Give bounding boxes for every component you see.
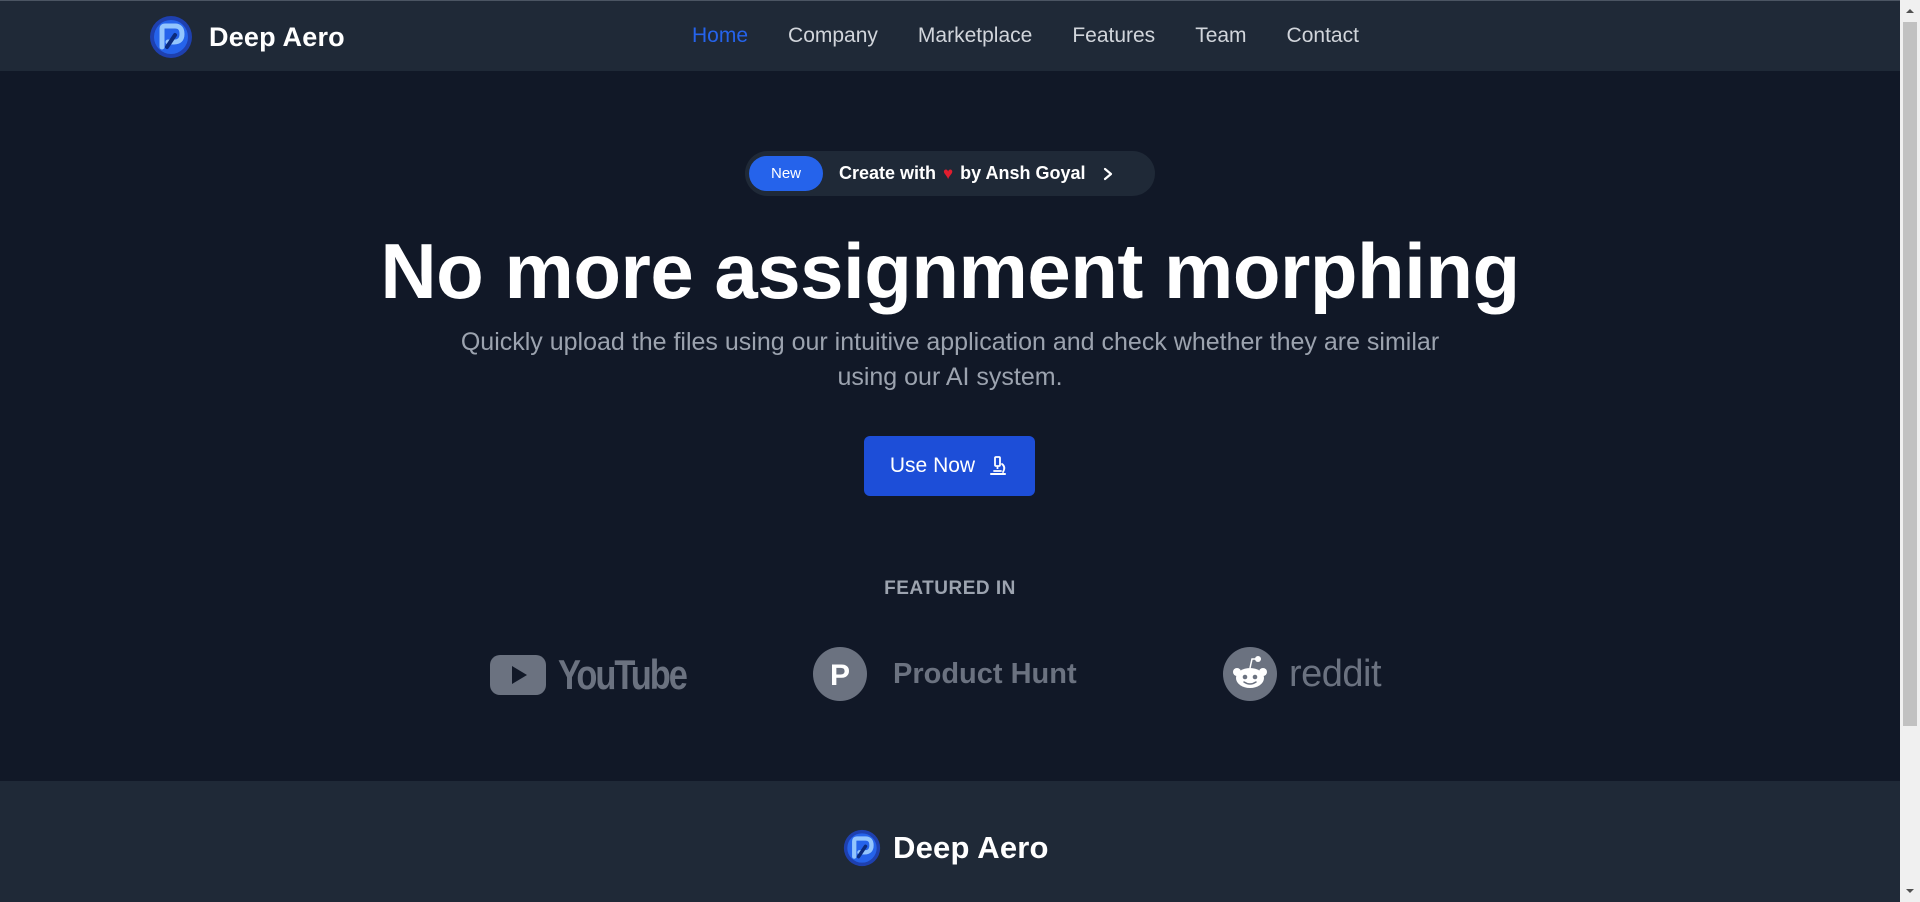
scroll-up-arrow-icon[interactable] [1905,6,1915,16]
heart-icon: ♥ [943,163,954,183]
nav-menu: Home Company Marketplace Features Team C… [692,19,1359,53]
featured-logos: YouTube P Product Hunt reddit [0,647,1900,707]
nav-link-home[interactable]: Home [692,24,748,47]
brand-link[interactable]: Deep Aero [149,15,345,59]
footer-brand-link[interactable]: Deep Aero [843,829,1049,867]
nav-link-marketplace[interactable]: Marketplace [918,24,1032,47]
hero-headline: No more assignment morphing [380,227,1520,315]
reddit-alien-icon [1223,647,1277,701]
scrollbar-thumb[interactable] [1903,22,1917,726]
chevron-right-icon [1104,167,1113,180]
announcement-pill[interactable]: New Create with ♥ by Ansh Goyal [745,151,1155,196]
brand-name: Deep Aero [209,21,345,52]
deep-aero-logo-icon [843,829,881,867]
product-hunt-logo-link[interactable]: P Product Hunt [813,647,1077,701]
nav-link-features[interactable]: Features [1072,24,1155,47]
product-hunt-wordmark: Product Hunt [893,657,1077,690]
reddit-logo-link[interactable]: reddit [1223,647,1382,701]
deep-aero-logo-icon [150,16,192,58]
announcement-text: Create with ♥ by Ansh Goyal [839,163,1085,184]
use-now-button[interactable]: Use Now [864,436,1035,496]
announcement-text-after: by Ansh Goyal [960,163,1086,183]
announcement-text-before: Create with [839,163,937,183]
use-now-label: Use Now [889,454,976,477]
youtube-logo-link[interactable]: YouTube [490,651,714,699]
nav-link-contact[interactable]: Contact [1287,24,1359,47]
nav-link-team[interactable]: Team [1195,24,1246,47]
hero-subtext: Quickly upload the files using our intui… [460,328,1440,391]
microscope-icon [990,456,1007,475]
hero-section: New Create with ♥ by Ansh Goyal No more … [0,71,1900,781]
footer-brand-name: Deep Aero [893,830,1049,865]
new-badge: New [749,156,823,191]
product-hunt-icon: P [813,647,867,701]
reddit-wordmark: reddit [1289,652,1382,695]
vertical-scrollbar[interactable] [1900,0,1920,902]
product-hunt-letter: P [830,659,850,692]
top-navbar: Deep Aero Home Company Marketplace Featu… [0,0,1900,71]
featured-in-label: FEATURED IN [884,578,1016,599]
youtube-wordmark: YouTube [558,651,688,698]
nav-link-company[interactable]: Company [788,24,878,47]
footer: Deep Aero [0,781,1900,902]
scroll-down-arrow-icon[interactable] [1905,886,1915,896]
youtube-play-icon [490,655,546,695]
